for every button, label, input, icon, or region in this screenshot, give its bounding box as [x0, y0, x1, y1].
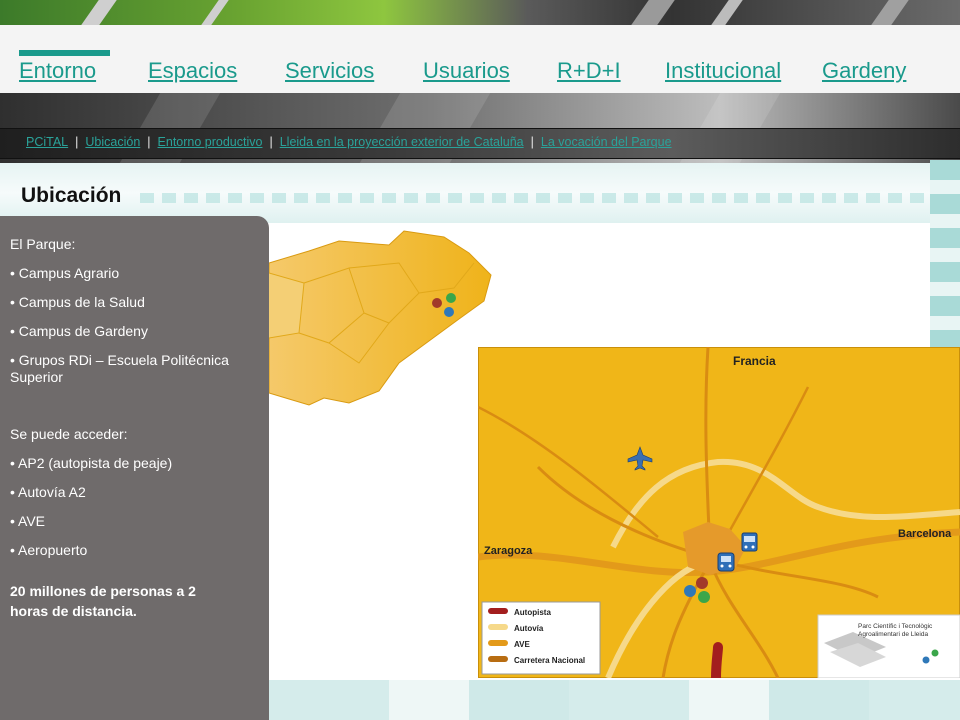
map-label-francia: Francia [733, 354, 776, 368]
location-marker [696, 577, 708, 589]
subnav-lleida-proyeccion[interactable]: Lleida en la proyección exterior de Cata… [280, 135, 524, 149]
legend-swatch [488, 640, 508, 646]
map-legend: Autopista Autovía AVE Carretera Nacional [481, 601, 601, 675]
list-item: • AP2 (autopista de peaje) [10, 455, 173, 471]
active-tab-indicator [19, 50, 110, 56]
autopista-road [711, 642, 723, 678]
logo-line: Parc Científic i Tecnològic [858, 623, 933, 630]
nav-gardeny[interactable]: Gardeny [822, 58, 906, 84]
map-label-barcelona: Barcelona [898, 528, 952, 540]
nav-servicios[interactable]: Servicios [285, 58, 374, 84]
location-marker [444, 307, 454, 317]
location-marker [684, 585, 696, 597]
park-heading: El Parque: [10, 236, 76, 252]
subnav-separator: | [147, 135, 151, 149]
list-item: • Campus Agrario [10, 265, 120, 281]
legend-label: Autovía [514, 624, 544, 633]
location-marker [446, 293, 456, 303]
logo-line: Agroalimentari de Lleida [858, 631, 928, 638]
location-marker [432, 298, 442, 308]
list-item: • AVE [10, 513, 45, 529]
nav-entorno[interactable]: Entorno [19, 58, 96, 84]
nav-institucional[interactable]: Institucional [665, 58, 781, 84]
population-highlight: 20 millones de personas a 2 horas de dis… [10, 583, 196, 619]
info-sidebar: El Parque: • Campus Agrario • Campus de … [0, 216, 269, 720]
list-item: • Autovía A2 [10, 484, 86, 500]
map-label-zaragoza: Zaragoza [484, 545, 533, 557]
list-item: • Aeropuerto [10, 542, 88, 558]
nav-usuarios[interactable]: Usuarios [423, 58, 510, 84]
legend-label: AVE [514, 640, 531, 649]
legend-swatch [488, 608, 508, 614]
subnav-pcital[interactable]: PCiTAL [26, 135, 68, 149]
location-marker [698, 591, 710, 603]
list-item: • Campus de la Salud [10, 294, 145, 310]
train-icon [717, 552, 735, 572]
bus-icon [741, 532, 758, 552]
nav-rdi[interactable]: R+D+I [557, 58, 621, 84]
lleida-region-map: Francia Zaragoza Barcelona AutopistaAuto… [478, 347, 960, 678]
legend-swatch [488, 656, 508, 662]
spain-overview-map [269, 230, 492, 406]
subnav-separator: | [269, 135, 273, 149]
pcital-logo: Parc Científic i Tecnològic Agroalimenta… [817, 614, 960, 678]
decorative-edge [930, 160, 960, 350]
legend-swatch [488, 624, 508, 630]
subnav-entorno-productivo[interactable]: Entorno productivo [158, 135, 263, 149]
header-graphic [0, 0, 960, 25]
subnav-vocacion[interactable]: La vocación del Parque [541, 135, 672, 149]
legend-label: Carretera Nacional [514, 656, 585, 665]
sub-nav: PCiTAL | Ubicación | Entorno productivo | Llei… [26, 135, 672, 149]
region-outline [269, 272, 305, 339]
subnav-ubicacion[interactable]: Ubicación [85, 135, 140, 149]
legend-label: Autopista [514, 608, 551, 617]
main-nav: Entorno Espacios Servicios Usuarios R+D+… [0, 58, 960, 88]
subnav-separator: | [75, 135, 79, 149]
decorative-band [0, 163, 960, 223]
access-heading: Se puede acceder: [10, 426, 128, 442]
list-item: • Grupos RDi – Escuela Politécnica Super… [10, 352, 229, 385]
subnav-separator: | [530, 135, 534, 149]
list-item: • Campus de Gardeny [10, 323, 148, 339]
decorative-footer [269, 680, 960, 720]
page-title: Ubicación [21, 184, 122, 207]
nav-espacios[interactable]: Espacios [148, 58, 237, 84]
spain-land [269, 230, 492, 406]
